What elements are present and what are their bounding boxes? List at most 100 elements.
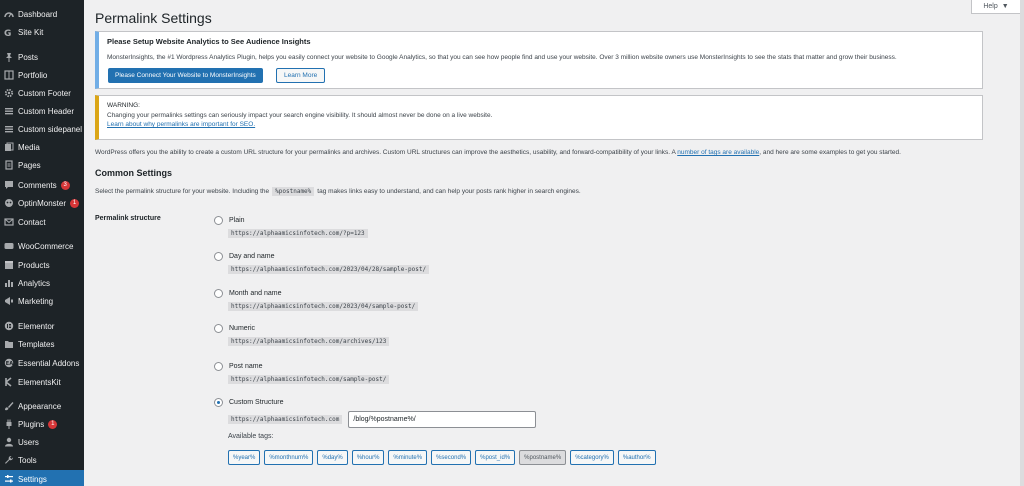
sidebar-item-portfolio[interactable]: Portfolio xyxy=(0,66,84,84)
optinmonster-icon xyxy=(4,198,14,208)
sidebar-item-plugins[interactable]: Plugins 1 xyxy=(0,415,84,433)
page-icon xyxy=(4,160,14,170)
sidebar-item-media[interactable]: Media xyxy=(0,138,84,156)
sitekit-icon: G xyxy=(4,27,14,37)
portfolio-icon xyxy=(4,70,14,80)
tag-postname-button[interactable]: %postname% xyxy=(519,450,567,465)
comments-count-badge: 3 xyxy=(60,180,70,190)
common-settings-heading: Common Settings xyxy=(95,168,173,178)
caret-down-icon: ▼ xyxy=(1001,3,1009,10)
page-title: Permalink Settings xyxy=(95,10,212,26)
sidebar-item-custom-sidepanel[interactable]: Custom sidepanel xyxy=(0,120,84,138)
available-tags-list: %year% %monthnum% %day% %hour% %minute% … xyxy=(228,450,656,465)
tag-day-button[interactable]: %day% xyxy=(317,450,348,465)
sidebar-item-custom-header[interactable]: Custom Header xyxy=(0,102,84,120)
custom-structure-radio[interactable] xyxy=(214,398,223,407)
post-name-radio[interactable] xyxy=(214,362,223,371)
common-settings-description: Select the permalink structure for your … xyxy=(95,187,581,196)
pin-icon xyxy=(4,52,14,62)
option-day-and-name: Day and name https://alphaamicsinfotech.… xyxy=(214,252,430,274)
tag-author-button[interactable]: %author% xyxy=(617,450,656,465)
list-icon xyxy=(4,106,14,116)
ek-icon xyxy=(4,377,14,387)
permalink-warning-notice: WARNING: Changing your permalinks settin… xyxy=(95,95,983,140)
tag-category-button[interactable]: %category% xyxy=(570,450,614,465)
connect-monsterinsights-button[interactable]: Please Connect Your Website to MonsterIn… xyxy=(108,68,263,83)
sidebar-item-products[interactable]: Products xyxy=(0,256,84,274)
intro-text: WordPress offers you the ability to crea… xyxy=(95,149,901,156)
sidebar-item-tools[interactable]: Tools xyxy=(0,451,84,469)
scrollbar[interactable] xyxy=(1020,0,1024,486)
custom-structure-row: https://alphaamicsinfotech.com /blog/%po… xyxy=(228,411,537,428)
gear-icon xyxy=(4,88,14,98)
mail-icon xyxy=(4,217,14,227)
tag-hour-button[interactable]: %hour% xyxy=(351,450,385,465)
plug-icon xyxy=(4,419,14,429)
available-tags-label: Available tags: xyxy=(228,433,274,440)
day-and-name-sample-url: https://alphaamicsinfotech.com/2023/04/2… xyxy=(228,265,430,274)
wrench-icon xyxy=(4,455,14,465)
sidebar-item-woocommerce[interactable]: WooCommerce xyxy=(0,237,84,255)
custom-structure-input[interactable]: /blog/%postname%/ xyxy=(348,411,537,428)
sidebar-item-users[interactable]: Users xyxy=(0,433,84,451)
numeric-radio[interactable] xyxy=(214,324,223,333)
month-and-name-sample-url: https://alphaamicsinfotech.com/2023/04/s… xyxy=(228,302,419,311)
analytics-notice: Please Setup Website Analytics to See Au… xyxy=(95,31,983,89)
sidebar-item-appearance[interactable]: Appearance xyxy=(0,397,84,415)
woo-icon xyxy=(4,241,14,251)
dashboard-icon xyxy=(4,9,14,19)
megaphone-icon xyxy=(4,296,14,306)
comment-icon xyxy=(4,180,14,190)
day-and-name-radio[interactable] xyxy=(214,252,223,261)
sidebar-item-optinmonster[interactable]: OptinMonster 1 xyxy=(0,194,84,212)
month-and-name-radio[interactable] xyxy=(214,289,223,298)
tag-second-button[interactable]: %second% xyxy=(431,450,472,465)
sidebar-item-posts[interactable]: Posts xyxy=(0,48,84,66)
warning-body: Changing your permalinks settings can se… xyxy=(107,112,493,119)
sidebar-item-marketing[interactable]: Marketing xyxy=(0,292,84,310)
sidebar-item-pages[interactable]: Pages xyxy=(0,156,84,174)
sidebar-item-elementor[interactable]: Elementor xyxy=(0,317,84,335)
admin-sidebar: Dashboard G Site Kit Posts Portfolio Cus… xyxy=(0,0,84,486)
svg-text:EA: EA xyxy=(6,361,13,367)
sidebar-item-contact[interactable]: Contact xyxy=(0,213,84,231)
plugins-update-badge: 1 xyxy=(48,419,58,429)
sidebar-item-dashboard[interactable]: Dashboard xyxy=(0,5,84,23)
plain-radio[interactable] xyxy=(214,216,223,225)
learn-more-button[interactable]: Learn More xyxy=(276,68,326,83)
numeric-sample-url: https://alphaamicsinfotech.com/archives/… xyxy=(228,337,390,346)
user-icon xyxy=(4,437,14,447)
sidebar-item-site-kit[interactable]: G Site Kit xyxy=(0,23,84,41)
permalink-structure-label: Permalink structure xyxy=(95,215,161,222)
media-icon xyxy=(4,142,14,152)
analytics-notice-title: Please Setup Website Analytics to See Au… xyxy=(107,37,311,46)
tags-available-link[interactable]: number of tags are available xyxy=(677,149,759,156)
option-plain: Plain https://alphaamicsinfotech.com/?p=… xyxy=(214,216,368,238)
post-name-sample-url: https://alphaamicsinfotech.com/sample-po… xyxy=(228,375,390,384)
tag-post-id-button[interactable]: %post_id% xyxy=(475,450,516,465)
folder-icon xyxy=(4,339,14,349)
option-custom-structure: Custom Structure xyxy=(214,398,283,407)
ea-icon: EA xyxy=(4,358,14,368)
plain-sample-url: https://alphaamicsinfotech.com/?p=123 xyxy=(228,229,368,238)
seo-learn-link[interactable]: Learn about why permalinks are important… xyxy=(107,121,255,128)
option-numeric: Numeric https://alphaamicsinfotech.com/a… xyxy=(214,324,390,346)
sidebar-item-elementskit[interactable]: ElementsKit xyxy=(0,373,84,391)
sidebar-item-essential-addons[interactable]: EA Essential Addons xyxy=(0,354,84,372)
option-month-and-name: Month and name https://alphaamicsinfotec… xyxy=(214,289,419,311)
main-content: Permalink Settings Help ▼ Please Setup W… xyxy=(84,0,1024,486)
help-tab-button[interactable]: Help ▼ xyxy=(971,0,1021,14)
sidebar-item-custom-footer[interactable]: Custom Footer xyxy=(0,84,84,102)
tag-monthnum-button[interactable]: %monthnum% xyxy=(264,450,314,465)
postname-code: %postname% xyxy=(272,187,315,196)
sidebar-item-analytics[interactable]: Analytics xyxy=(0,274,84,292)
sidebar-item-templates[interactable]: Templates xyxy=(0,335,84,353)
help-label: Help xyxy=(983,3,998,10)
sidebar-item-settings[interactable]: Settings xyxy=(0,470,84,486)
sidebar-item-comments[interactable]: Comments 3 xyxy=(0,176,84,194)
tag-year-button[interactable]: %year% xyxy=(228,450,261,465)
tag-minute-button[interactable]: %minute% xyxy=(388,450,428,465)
elementor-icon xyxy=(4,321,14,331)
box-icon xyxy=(4,260,14,270)
analytics-notice-body: MonsterInsights, the #1 Wordpress Analyt… xyxy=(107,54,897,61)
